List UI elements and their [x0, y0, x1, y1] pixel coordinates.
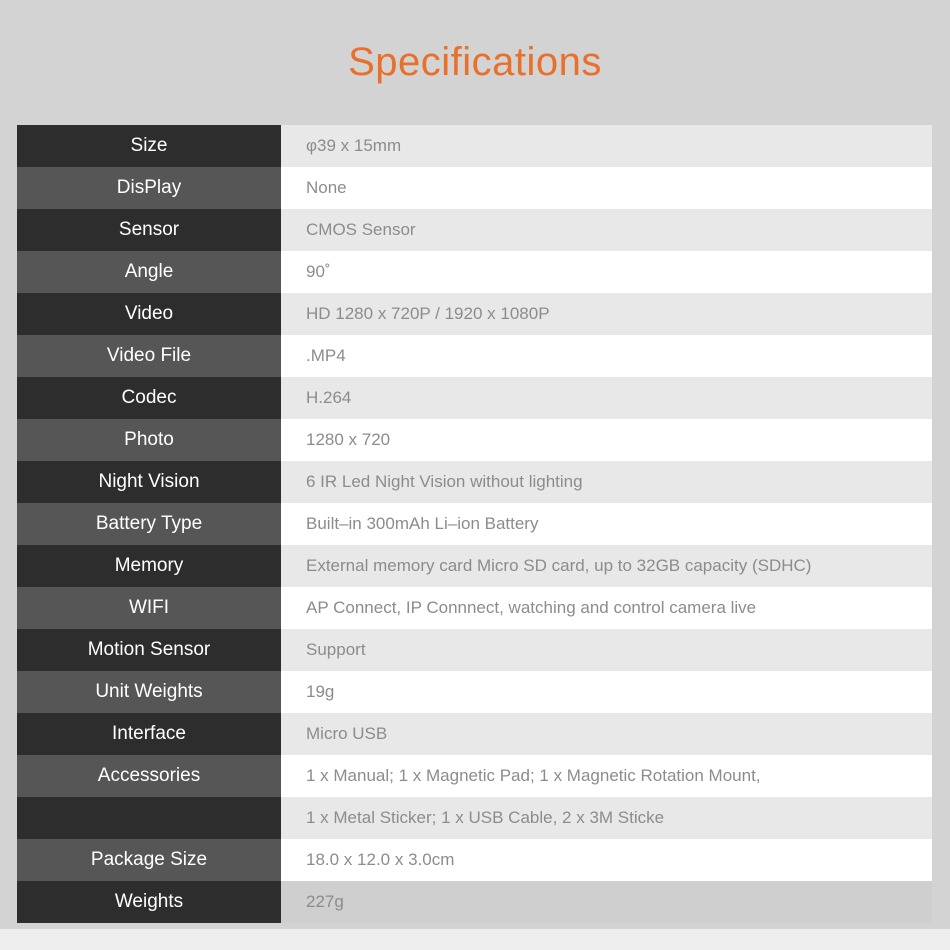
spec-label-cell: Angle: [17, 251, 281, 293]
table-row: WIFI AP Connect, IP Connnect, watching an…: [17, 587, 932, 629]
spec-label-cell: Package Size: [17, 839, 281, 881]
spec-value-cell: HD 1280 x 720P / 1920 x 1080P: [281, 293, 932, 335]
table-row: Codec H.264: [17, 377, 932, 419]
table-row: Package Size 18.0 x 12.0 x 3.0cm: [17, 839, 932, 881]
spec-value-cell: .MP4: [281, 335, 932, 377]
spec-label-cell: DisPlay: [17, 167, 281, 209]
table-row: Motion Sensor Support: [17, 629, 932, 671]
spec-label-cell: Motion Sensor: [17, 629, 281, 671]
specifications-table: Size φ39 x 15mm DisPlay None Sensor CMOS Sens…: [17, 125, 932, 923]
spec-value-cell: H.264: [281, 377, 932, 419]
table-row: 1 x Metal Sticker; 1 x USB Cable, 2 x 3M…: [17, 797, 932, 839]
spec-label-cell: Interface: [17, 713, 281, 755]
table-row: Accessories 1 x Manual; 1 x Magnetic Pad;…: [17, 755, 932, 797]
spec-label-cell: [17, 797, 281, 839]
table-row: Interface Micro USB: [17, 713, 932, 755]
table-row: Angle 90˚: [17, 251, 932, 293]
spec-value-cell: 6 IR Led Night Vision without lighting: [281, 461, 932, 503]
table-row: Sensor CMOS Sensor: [17, 209, 932, 251]
spec-value-cell: 1 x Metal Sticker; 1 x USB Cable, 2 x 3M…: [281, 797, 932, 839]
spec-label-cell: Accessories: [17, 755, 281, 797]
spec-label-cell: Memory: [17, 545, 281, 587]
spec-label-cell: Unit Weights: [17, 671, 281, 713]
spec-value-cell: Micro USB: [281, 713, 932, 755]
spec-value-cell: 18.0 x 12.0 x 3.0cm: [281, 839, 932, 881]
table-row: Size φ39 x 15mm: [17, 125, 932, 167]
spec-value-cell: CMOS Sensor: [281, 209, 932, 251]
spec-value-cell: 1 x Manual; 1 x Magnetic Pad; 1 x Magnet…: [281, 755, 932, 797]
spec-label-cell: Night Vision: [17, 461, 281, 503]
spec-label-cell: Video: [17, 293, 281, 335]
table-row: Night Vision 6 IR Led Night Vision withou…: [17, 461, 932, 503]
spec-label-cell: WIFI: [17, 587, 281, 629]
spec-value-cell: 227g: [281, 881, 932, 923]
specifications-page: Specifications Size φ39 x 15mm DisPlay None…: [0, 0, 950, 950]
spec-label-cell: Video File: [17, 335, 281, 377]
spec-value-cell: None: [281, 167, 932, 209]
table-row: DisPlay None: [17, 167, 932, 209]
table-row: Photo 1280 x 720: [17, 419, 932, 461]
spec-value-cell: External memory card Micro SD card, up t…: [281, 545, 932, 587]
spec-label-cell: Weights: [17, 881, 281, 923]
spec-value-cell: Support: [281, 629, 932, 671]
table-row: Battery Type Built–in 300mAh Li–ion Batte…: [17, 503, 932, 545]
table-row: Weights 227g: [17, 881, 932, 923]
spec-value-cell: AP Connect, IP Connnect, watching and co…: [281, 587, 932, 629]
table-row: Video File .MP4: [17, 335, 932, 377]
page-title: Specifications: [348, 40, 602, 84]
table-row: Memory External memory card Micro SD card…: [17, 545, 932, 587]
spec-label-cell: Photo: [17, 419, 281, 461]
spec-label-cell: Size: [17, 125, 281, 167]
spec-value-cell: 90˚: [281, 251, 932, 293]
footer-strip: [0, 929, 950, 950]
spec-value-cell: 1280 x 720: [281, 419, 932, 461]
spec-label-cell: Battery Type: [17, 503, 281, 545]
spec-value-cell: φ39 x 15mm: [281, 125, 932, 167]
spec-label-cell: Sensor: [17, 209, 281, 251]
table-row: Unit Weights 19g: [17, 671, 932, 713]
table-row: Video HD 1280 x 720P / 1920 x 1080P: [17, 293, 932, 335]
spec-value-cell: 19g: [281, 671, 932, 713]
spec-label-cell: Codec: [17, 377, 281, 419]
spec-value-cell: Built–in 300mAh Li–ion Battery: [281, 503, 932, 545]
